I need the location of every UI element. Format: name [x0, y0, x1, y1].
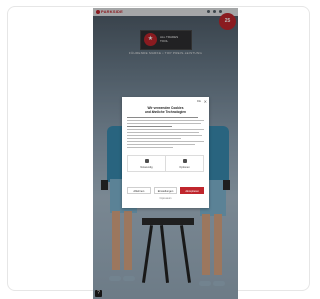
consent-option-settings[interactable]: Optionen	[166, 156, 203, 171]
text-line	[127, 129, 204, 130]
cookie-consent-dialog: DE ✕ Wir verwenden Cookies und ähnliche …	[122, 97, 209, 208]
text-line	[127, 126, 172, 127]
dialog-actions: Ablehnen Einstellungen Akzeptieren	[127, 187, 205, 194]
consent-option-label: Notwendig	[140, 166, 153, 169]
text-line	[127, 147, 174, 148]
consent-option-label: Optionen	[179, 166, 190, 169]
consent-option-necessary[interactable]: Notwendig	[128, 156, 166, 171]
settings-button[interactable]: Einstellungen	[153, 187, 178, 194]
dialog-title-line-2: und ähnliche Technologien	[144, 110, 187, 114]
text-line	[127, 135, 203, 136]
dialog-body-text	[127, 117, 204, 150]
text-line	[127, 141, 204, 142]
language-selector[interactable]: DE	[197, 99, 201, 103]
reject-button[interactable]: Ablehnen	[127, 187, 151, 194]
text-line	[127, 138, 181, 139]
close-icon[interactable]: ✕	[204, 99, 207, 104]
consent-options: Notwendig Optionen	[127, 155, 204, 172]
accept-button[interactable]: Akzeptieren	[180, 187, 205, 194]
shield-icon	[144, 159, 149, 163]
text-line	[127, 120, 204, 121]
dialog-title: Wir verwenden Cookies und ähnliche Techn…	[132, 106, 199, 114]
imprint-link[interactable]: Impressum	[122, 197, 209, 200]
text-line	[127, 132, 200, 133]
text-line	[127, 123, 201, 124]
text-line	[127, 117, 198, 118]
text-line	[127, 144, 195, 145]
settings-icon	[182, 159, 187, 163]
